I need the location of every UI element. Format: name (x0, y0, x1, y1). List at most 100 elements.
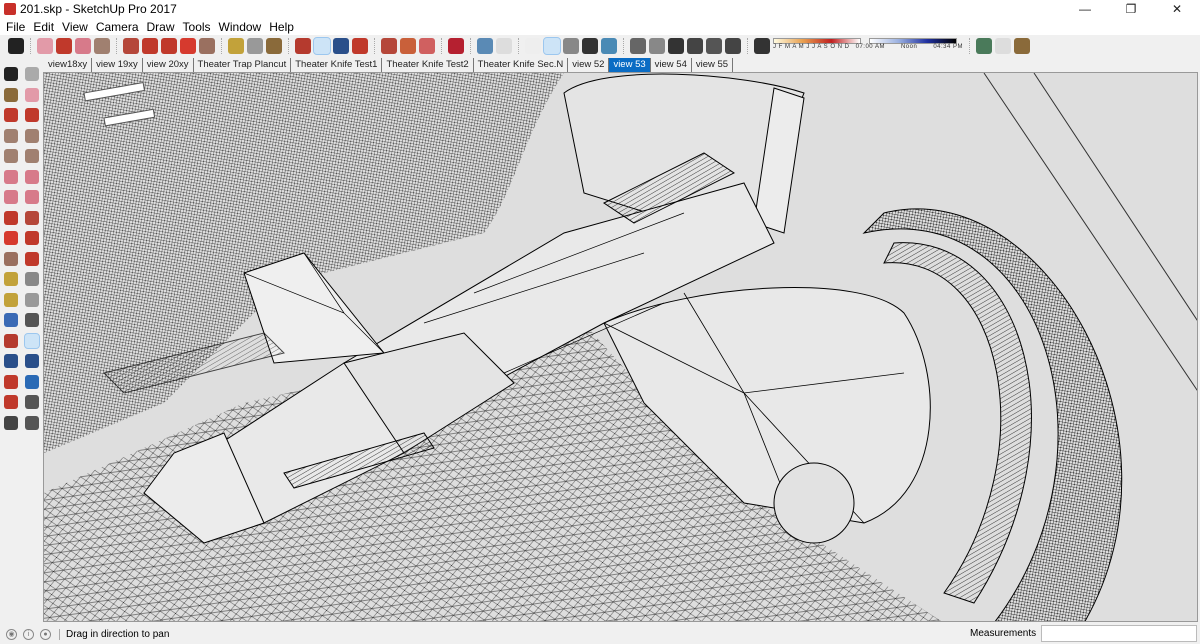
protractor-icon[interactable] (4, 292, 18, 307)
scene-tab[interactable]: Theater Knife Test1 (291, 57, 383, 72)
back-view-icon[interactable] (706, 37, 722, 54)
menu-view[interactable]: View (58, 20, 92, 34)
follow-me-icon[interactable] (142, 37, 158, 54)
scene-tab[interactable]: view 52 (568, 57, 610, 72)
axes-icon[interactable] (4, 313, 18, 327)
scale-icon[interactable] (199, 37, 215, 54)
pencil-icon[interactable] (56, 37, 72, 54)
front-view-icon[interactable] (668, 37, 684, 54)
3d-text-icon[interactable] (25, 313, 39, 327)
arc-icon[interactable] (75, 37, 91, 54)
push-pull-icon[interactable] (123, 37, 139, 54)
menu-camera[interactable]: Camera (92, 20, 143, 34)
menu-help[interactable]: Help (265, 20, 298, 34)
move-icon[interactable] (4, 210, 18, 225)
minimize-button[interactable]: — (1062, 0, 1108, 18)
scene-tab[interactable]: view 19xy (92, 57, 143, 72)
menu-tools[interactable]: Tools (179, 20, 215, 34)
dimension-icon[interactable] (25, 272, 39, 286)
sandbox-icon[interactable] (995, 37, 1011, 54)
wireframe-icon[interactable] (525, 37, 541, 54)
follow-me-icon[interactable] (25, 231, 39, 245)
shaded-textures-icon[interactable] (582, 37, 598, 54)
monochrome-icon[interactable] (601, 37, 617, 54)
maximize-button[interactable]: ❐ (1108, 0, 1154, 18)
pan-icon[interactable] (313, 36, 331, 55)
left-view-icon[interactable] (725, 37, 741, 54)
three-point-arc-icon[interactable] (4, 190, 18, 204)
scene-tab[interactable]: view 54 (651, 57, 692, 72)
scene-tab[interactable]: Theater Knife Sec.N (474, 57, 569, 72)
close-button[interactable]: ✕ (1154, 0, 1200, 18)
zoom-window-icon[interactable] (25, 354, 39, 368)
scene-tab[interactable]: view 55 (692, 57, 734, 72)
orbit-icon[interactable] (295, 37, 311, 54)
freehand-icon[interactable] (25, 108, 39, 122)
select-icon[interactable] (8, 37, 24, 54)
zoom-extents-icon[interactable] (4, 374, 18, 389)
menu-file[interactable]: File (2, 20, 29, 34)
scene-tab[interactable]: view 53 (609, 57, 651, 72)
polygon-icon[interactable] (25, 149, 39, 163)
top-view-icon[interactable] (649, 37, 665, 54)
geo-location-icon[interactable] (976, 37, 992, 54)
scene-tab[interactable]: Theater Knife Test2 (382, 57, 474, 72)
xray-icon[interactable] (477, 37, 493, 54)
model-view[interactable] (44, 73, 1198, 622)
geo-location-status-icon[interactable]: ◉ (6, 628, 17, 640)
text-icon[interactable] (25, 292, 39, 307)
hidden-line-icon[interactable] (543, 36, 561, 55)
rotated-rectangle-icon[interactable] (25, 128, 39, 143)
scene-tab[interactable]: Theater Trap Plancut (194, 57, 292, 72)
share-model-icon[interactable] (419, 37, 435, 54)
credits-icon[interactable]: i (23, 628, 34, 640)
menu-draw[interactable]: Draw (143, 20, 179, 34)
move-icon[interactable] (161, 37, 177, 54)
pan-icon[interactable] (24, 332, 40, 349)
shadows-toggle-icon[interactable] (754, 37, 770, 54)
extension-warehouse-icon[interactable] (400, 37, 416, 54)
select-icon[interactable] (4, 67, 18, 81)
add-location-icon[interactable] (1014, 37, 1030, 54)
zoom-icon[interactable] (4, 354, 18, 368)
rotate-icon[interactable] (180, 37, 196, 54)
section-plane-icon[interactable] (25, 415, 39, 430)
menu-edit[interactable]: Edit (29, 20, 58, 34)
rectangle-icon[interactable] (4, 128, 18, 143)
text-icon[interactable] (247, 37, 263, 54)
tape-measure-icon[interactable] (4, 272, 18, 286)
walk-icon[interactable] (4, 415, 18, 430)
right-view-icon[interactable] (687, 37, 703, 54)
scene-tab[interactable]: view18xy (44, 57, 93, 72)
menu-window[interactable]: Window (215, 20, 266, 34)
eraser-icon[interactable] (25, 87, 39, 102)
look-around-icon[interactable] (25, 395, 39, 409)
previous-view-icon[interactable] (25, 374, 39, 389)
paint-bucket-icon[interactable] (4, 87, 18, 102)
offset-icon[interactable] (25, 251, 39, 266)
iso-view-icon[interactable] (630, 37, 646, 54)
scene-tab[interactable]: view 20xy (143, 57, 194, 72)
paint-bucket-icon[interactable] (266, 37, 282, 54)
ruby-icon[interactable] (448, 37, 464, 54)
arc-icon[interactable] (4, 169, 18, 184)
two-point-arc-icon[interactable] (25, 190, 39, 204)
eraser-icon[interactable] (37, 37, 53, 54)
rectangle-icon[interactable] (94, 37, 110, 54)
tape-measure-icon[interactable] (228, 37, 244, 54)
warehouse-icon[interactable] (381, 37, 397, 54)
orbit-icon[interactable] (4, 333, 18, 348)
position-camera-icon[interactable] (4, 395, 18, 409)
zoom-extents-icon[interactable] (352, 37, 368, 54)
scale-icon[interactable] (4, 251, 18, 266)
line-icon[interactable] (4, 108, 18, 122)
push-pull-icon[interactable] (25, 210, 39, 225)
rotate-icon[interactable] (4, 231, 18, 245)
make-component-icon[interactable] (25, 67, 39, 81)
back-edges-icon[interactable] (496, 37, 512, 54)
drawing-area[interactable] (43, 72, 1198, 622)
user-account-icon[interactable]: ● (40, 628, 51, 640)
pie-icon[interactable] (25, 169, 39, 184)
measurements-input[interactable] (1041, 625, 1197, 642)
circle-icon[interactable] (4, 149, 18, 163)
